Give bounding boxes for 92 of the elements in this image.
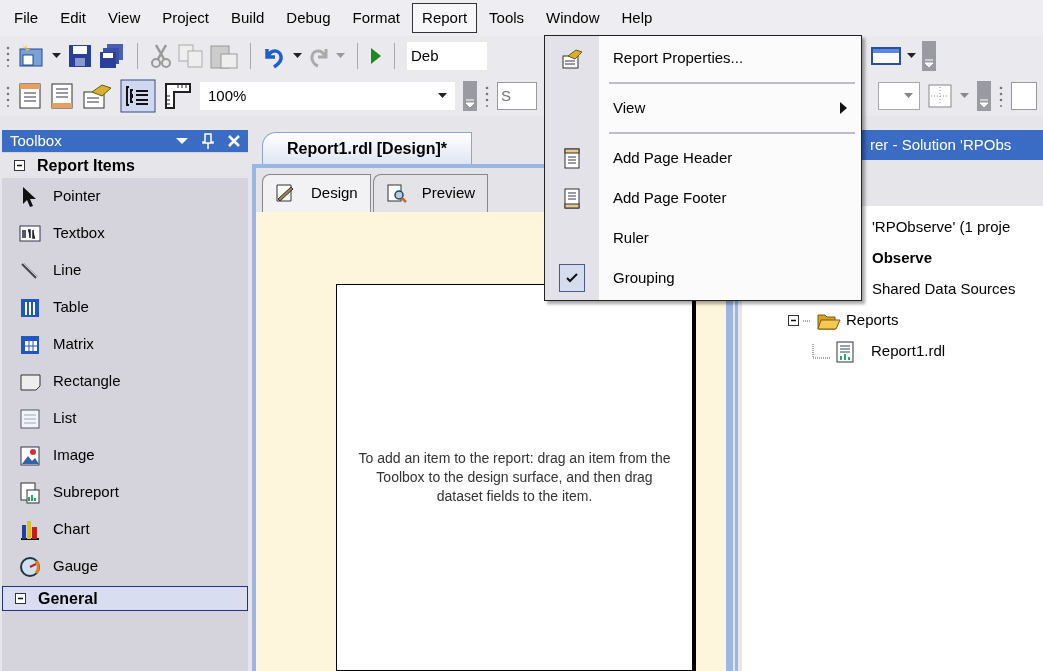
tree-item[interactable]: Report1.rdl — [871, 340, 946, 363]
toolbox-item[interactable]: Matrix — [2, 326, 248, 363]
properties-icon — [561, 47, 583, 69]
save-icon[interactable] — [67, 43, 93, 69]
page-header-icon — [561, 147, 583, 169]
close-icon[interactable] — [228, 135, 240, 147]
folder-icon — [817, 311, 841, 330]
image-icon — [19, 444, 41, 467]
menu-item[interactable]: File — [4, 2, 49, 34]
zoom-combo[interactable]: 100% — [200, 82, 455, 110]
page-footer-icon — [561, 187, 583, 209]
overflow-icon[interactable] — [922, 41, 936, 71]
toolbox-group-header[interactable]: General — [2, 586, 248, 611]
paste-icon[interactable] — [210, 43, 238, 69]
overflow-icon[interactable] — [977, 81, 991, 111]
tree-item[interactable]: Reports — [846, 309, 899, 332]
configuration-combo[interactable]: Deb — [407, 42, 487, 70]
list-icon — [19, 407, 41, 430]
grid-icon[interactable] — [928, 84, 952, 108]
menu-item[interactable]: Report Properties... — [545, 38, 861, 78]
collapse-icon[interactable] — [788, 315, 799, 326]
style-combo[interactable]: S — [497, 82, 537, 110]
tree-item[interactable]: 'RPObserve' (1 proje — [872, 216, 1011, 239]
toolbar-grip-icon[interactable] — [485, 85, 489, 107]
toolbox-item[interactable]: Textbox — [2, 215, 248, 252]
overflow-icon[interactable] — [463, 81, 477, 111]
menu-item[interactable]: Grouping — [545, 258, 861, 298]
menu-item[interactable]: Report — [412, 2, 478, 34]
toolbox-item[interactable]: Image — [2, 437, 248, 474]
caret-icon[interactable] — [52, 53, 61, 59]
toolbar-grip-icon[interactable] — [6, 85, 10, 107]
toolbox-item[interactable]: Line — [2, 252, 248, 289]
document-tab[interactable]: Report1.rdl [Design]* — [262, 132, 472, 164]
view-tab[interactable]: Design — [262, 174, 371, 212]
collapse-icon[interactable] — [15, 593, 26, 604]
view-tab[interactable]: Preview — [372, 174, 489, 212]
caret-icon[interactable] — [438, 93, 447, 99]
menu-item[interactable]: Debug — [276, 2, 341, 34]
matrix-icon — [19, 333, 41, 356]
report-file-icon — [836, 340, 854, 363]
toolbox-item[interactable]: Gauge — [2, 548, 248, 585]
toolbox-item[interactable]: Chart — [2, 511, 248, 548]
toolbar-grip-icon[interactable] — [999, 85, 1003, 107]
tree-item[interactable]: Observe — [872, 247, 933, 270]
tree-item[interactable]: Shared Data Sources — [872, 278, 1016, 301]
menu-item[interactable]: Add Page Footer — [545, 178, 861, 218]
table-icon — [19, 296, 41, 319]
menu-item[interactable]: Project — [152, 2, 219, 34]
gauge-icon — [19, 555, 41, 578]
toolbox-item[interactable]: Subreport — [2, 474, 248, 511]
cut-icon[interactable] — [150, 43, 172, 69]
toolbox-item[interactable]: Table — [2, 289, 248, 326]
menu-item[interactable]: Tools — [479, 2, 535, 34]
play-icon[interactable] — [370, 47, 382, 65]
menu-item[interactable]: Build — [220, 2, 275, 34]
pin-icon[interactable] — [202, 133, 214, 149]
toolbox-item[interactable]: Pointer — [2, 178, 248, 215]
page-header-icon[interactable] — [18, 82, 42, 110]
combo-field[interactable] — [1011, 82, 1037, 110]
collapse-icon[interactable] — [14, 160, 25, 171]
toolbox-item[interactable]: List — [2, 400, 248, 437]
window-icon[interactable] — [871, 45, 901, 67]
panel-title: rer - Solution 'RPObs — [870, 134, 1012, 155]
combo-field[interactable] — [878, 82, 920, 110]
magnifier-page-icon — [385, 182, 408, 205]
subreport-icon — [19, 481, 41, 504]
textbox-icon — [19, 222, 41, 245]
grouping-icon[interactable] — [120, 79, 156, 113]
toolbar-grip-icon[interactable] — [6, 45, 10, 67]
page-footer-icon[interactable] — [50, 82, 74, 110]
properties-icon[interactable] — [82, 83, 112, 109]
toolbox-item[interactable]: Rectangle — [2, 363, 248, 400]
ruler-icon[interactable] — [164, 82, 192, 110]
panel-title: Toolbox — [10, 130, 63, 151]
chart-icon — [19, 518, 41, 541]
caret-icon[interactable] — [907, 53, 916, 59]
menu-item[interactable]: Help — [611, 2, 663, 34]
menu-item[interactable]: Window — [536, 2, 610, 34]
toolbox-group-header[interactable]: Report Items — [2, 153, 248, 178]
tree-connector — [812, 343, 830, 360]
save-all-icon[interactable] — [99, 43, 125, 69]
menu-item[interactable]: Format — [342, 2, 411, 34]
menu-item[interactable]: Add Page Header — [545, 138, 861, 178]
design-hint: To add an item to the report: drag an item from the Toolbox to the design surface, and then drag dataset fields to the item. — [357, 449, 672, 506]
menu-item[interactable]: Ruler — [545, 218, 861, 258]
menu-item[interactable]: Edit — [50, 2, 97, 34]
menu-item[interactable]: View — [545, 88, 861, 128]
submenu-arrow-icon — [840, 102, 847, 114]
add-item-icon[interactable] — [16, 43, 46, 69]
tree-connector — [803, 319, 811, 322]
menu-item[interactable]: View — [98, 2, 151, 34]
caret-icon[interactable] — [293, 53, 302, 59]
